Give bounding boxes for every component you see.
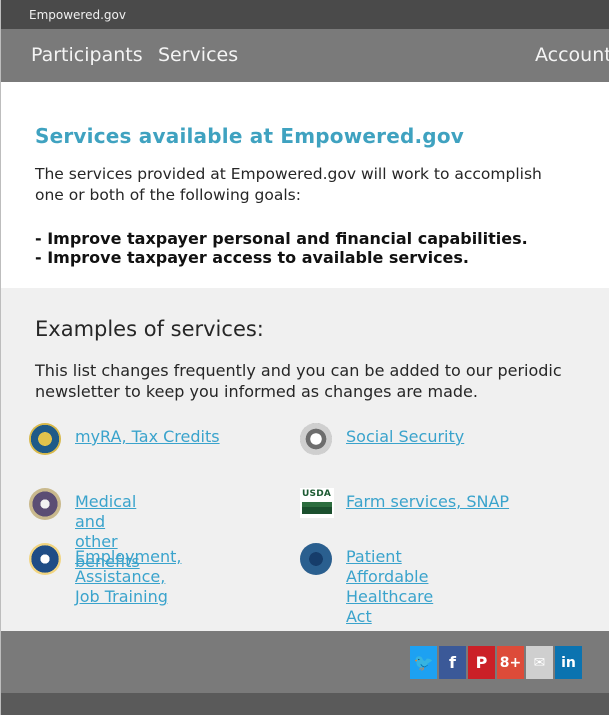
intro-text: The services provided at Empowered.gov w…	[35, 165, 542, 204]
facebook-icon[interactable]: f	[439, 646, 466, 679]
google-plus-icon[interactable]: 8+	[497, 646, 524, 679]
dol-seal-icon	[29, 543, 61, 575]
main-nav: Participants Services Account	[1, 29, 609, 82]
usda-logo-bar	[302, 502, 332, 514]
site-title: Empowered.gov	[29, 8, 126, 22]
nav-participants[interactable]: Participants	[31, 44, 143, 66]
treasury-seal-icon	[29, 423, 61, 455]
service-link-myra[interactable]: myRA, Tax Credits	[75, 427, 220, 447]
examples-text: This list changes frequently and you can…	[35, 361, 562, 401]
footer-social-bar: 🐦 f P 8+ ✉ in	[1, 631, 609, 693]
goal-1: - Improve taxpayer personal and financia…	[35, 229, 528, 248]
footer-bottom	[1, 693, 609, 715]
ssa-seal-icon	[300, 423, 332, 455]
page: Empowered.gov Participants Services Acco…	[0, 0, 609, 715]
hhs-seal-icon	[300, 543, 332, 575]
top-bar: Empowered.gov	[1, 0, 609, 29]
linkedin-icon[interactable]: in	[555, 646, 582, 679]
goal-2: - Improve taxpayer access to available s…	[35, 248, 469, 267]
usda-logo-text: USDA	[302, 489, 332, 499]
email-icon[interactable]: ✉	[526, 646, 553, 679]
intro-section: Services available at Empowered.gov The …	[1, 82, 609, 288]
twitter-icon[interactable]: 🐦	[410, 646, 437, 679]
usda-logo-icon: USDA	[300, 488, 334, 518]
nav-account[interactable]: Account	[535, 44, 609, 66]
va-seal-icon	[29, 488, 61, 520]
service-link-social-security[interactable]: Social Security	[346, 427, 464, 447]
examples-section: Examples of services: This list changes …	[1, 288, 609, 631]
examples-title: Examples of services:	[35, 317, 264, 341]
nav-services[interactable]: Services	[158, 44, 238, 66]
pinterest-icon[interactable]: P	[468, 646, 495, 679]
service-link-healthcare[interactable]: Patient Affordable Healthcare Act	[346, 547, 433, 627]
intro-title: Services available at Empowered.gov	[35, 124, 465, 148]
service-link-employment[interactable]: Employment, Assistance, Job Training	[75, 547, 181, 607]
service-link-farm[interactable]: Farm services, SNAP	[346, 492, 509, 512]
